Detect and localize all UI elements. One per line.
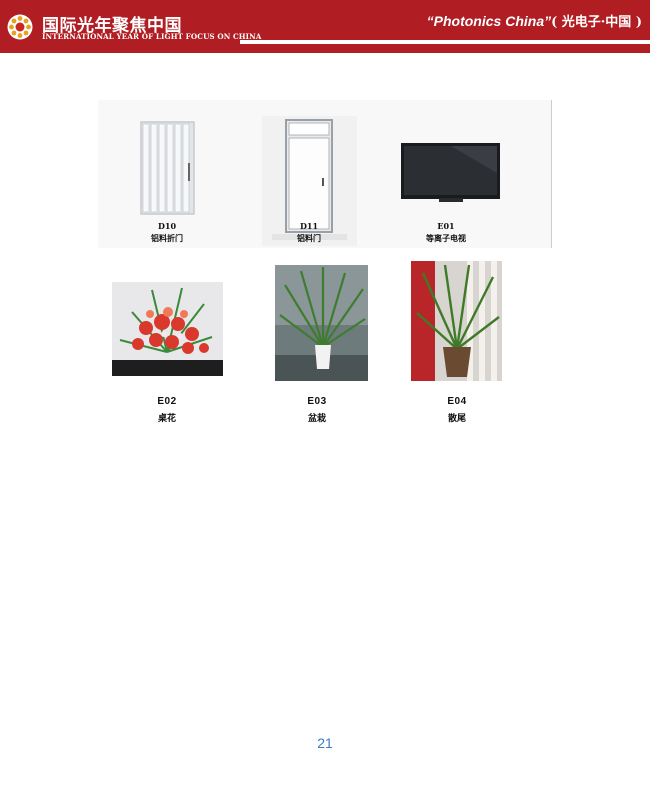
item-name: 铝料门	[297, 233, 321, 243]
item-name: 散尾	[447, 414, 467, 424]
item-code: E04	[447, 396, 467, 407]
areca-palm-image	[411, 261, 502, 381]
item-code: D10	[157, 221, 177, 231]
item-code: E02	[157, 396, 177, 407]
brand-cn: ( 光电子·中国 )	[551, 15, 642, 30]
page-header: 国际光年聚焦中国 INTERNATIONAL YEAR OF LIGHT FOC…	[0, 0, 650, 53]
page-number: 21	[317, 735, 333, 751]
header-stripe	[240, 40, 650, 44]
item-name: 桌花	[157, 414, 177, 424]
sun-logo-icon	[7, 14, 33, 40]
plasma-tv-image	[401, 143, 500, 202]
item-name: 等离子电视	[426, 233, 466, 243]
folding-door-image	[140, 121, 195, 215]
item-code: E01	[437, 221, 455, 231]
header-brand: “Photonics China”( 光电子·中国 )	[427, 11, 642, 30]
table-flowers-image	[112, 282, 223, 376]
item-name: 铝料折门	[151, 233, 183, 243]
item-code: E03	[307, 396, 327, 407]
item-code: D11	[299, 221, 319, 231]
brand-en: “Photonics China”	[426, 13, 552, 29]
header-title-en: INTERNATIONAL YEAR OF LIGHT FOCUS ON CHI…	[42, 32, 262, 41]
potted-plant-image	[275, 265, 368, 381]
item-name: 盆栽	[307, 414, 327, 424]
